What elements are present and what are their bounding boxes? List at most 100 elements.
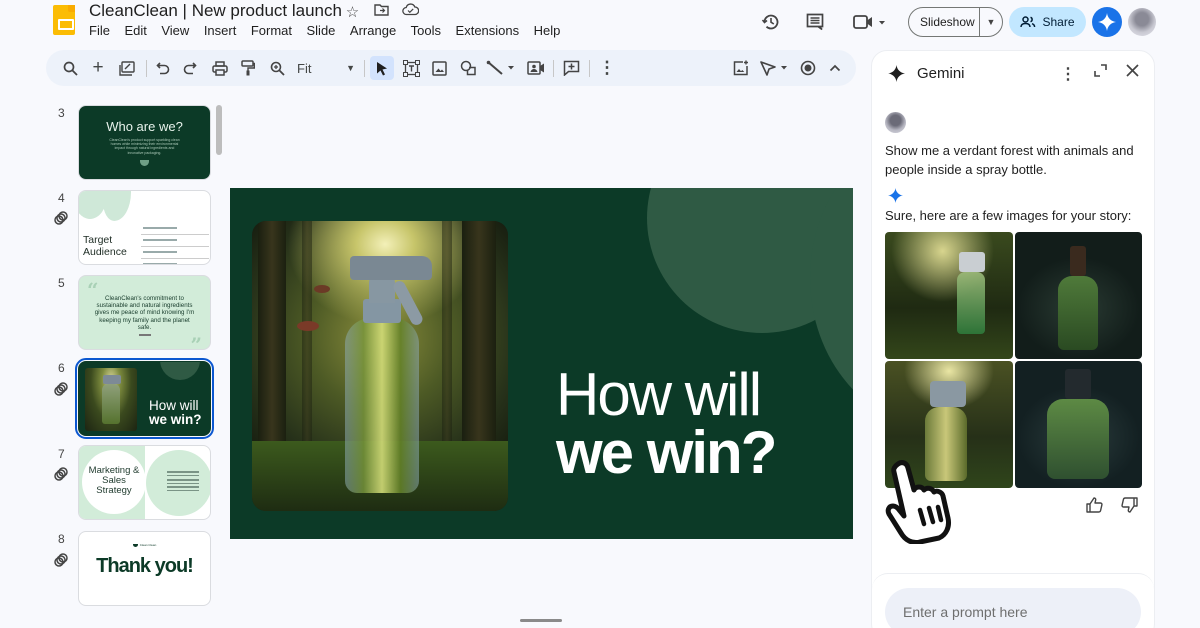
toolbar-divider <box>364 60 365 77</box>
prompt-input[interactable] <box>885 588 1141 628</box>
text-box-icon[interactable] <box>399 56 423 80</box>
record-icon[interactable] <box>796 56 820 80</box>
document-title[interactable]: CleanClean | New product launch <box>89 1 342 21</box>
version-history-icon[interactable] <box>759 10 783 34</box>
laser-pointer-icon[interactable] <box>758 56 792 80</box>
slideshow-dropdown-icon[interactable]: ▼ <box>980 17 1002 27</box>
account-avatar[interactable] <box>1128 8 1156 36</box>
thumb-title: How will we win? <box>149 398 202 427</box>
thumb-title: Thank you! <box>96 555 194 577</box>
linked-slide-icon[interactable] <box>53 466 69 482</box>
line-tool-icon[interactable] <box>484 56 518 80</box>
slide-number: 6 <box>58 361 65 375</box>
thumb-list <box>141 223 209 264</box>
chevron-down-icon: ▼ <box>346 63 355 73</box>
paint-format-icon[interactable] <box>236 56 260 80</box>
slide-title-line-2[interactable]: we win? <box>556 423 777 483</box>
close-icon[interactable] <box>1124 64 1140 84</box>
undo-icon[interactable] <box>151 56 175 80</box>
gemini-button[interactable] <box>1092 7 1122 37</box>
thumbs-down-icon[interactable] <box>1121 497 1138 518</box>
menu-insert[interactable]: Insert <box>204 23 237 38</box>
menu-edit[interactable]: Edit <box>124 23 146 38</box>
comments-icon[interactable] <box>803 10 827 34</box>
prompt-area <box>872 573 1154 628</box>
more-options-icon[interactable]: ⋮ <box>1060 64 1076 84</box>
select-tool-icon[interactable] <box>370 56 394 80</box>
star-icon[interactable]: ☆ <box>344 3 361 21</box>
generated-image-2[interactable] <box>1014 232 1142 359</box>
share-label: Share <box>1042 15 1075 29</box>
redo-icon[interactable] <box>178 56 202 80</box>
slides-logo[interactable] <box>53 5 75 35</box>
menu-bar: File Edit View Insert Format Slide Arran… <box>89 23 575 38</box>
image-icon[interactable] <box>427 56 451 80</box>
hand-pointer-cursor-icon <box>885 460 951 544</box>
generated-images-grid <box>885 232 1142 488</box>
slide-image[interactable] <box>252 221 508 511</box>
generate-image-icon[interactable] <box>729 56 753 80</box>
menu-extensions[interactable]: Extensions <box>456 23 520 38</box>
menu-tools[interactable]: Tools <box>411 23 441 38</box>
people-icon <box>1020 16 1036 28</box>
menu-file[interactable]: File <box>89 23 110 38</box>
video-icon[interactable] <box>524 56 548 80</box>
cloud-saved-icon[interactable] <box>402 3 420 21</box>
print-icon[interactable] <box>208 56 232 80</box>
thumb-quote: CleanClean's commitment to sustainable a… <box>94 295 195 331</box>
add-comment-icon[interactable] <box>559 56 583 80</box>
decorative-shape <box>160 362 200 380</box>
share-button[interactable]: Share <box>1009 7 1086 37</box>
collapse-toolbar-icon[interactable] <box>823 56 847 80</box>
slide-thumbnail-7[interactable]: Marketing & Sales Strategy <box>78 445 211 520</box>
slide-title: How will we win? <box>556 365 777 483</box>
expand-icon[interactable] <box>1092 64 1108 84</box>
thumb-body <box>167 471 199 493</box>
slide-thumbnail-8[interactable]: Clean Clean Thank you! <box>78 531 211 606</box>
gemini-response: Sure, here are a few images for your sto… <box>885 208 1132 223</box>
slide-thumbnail-6[interactable]: How will we win? <box>75 358 214 439</box>
slide-filmstrip: 3 Who are we? CleanClean's product suppo… <box>0 95 225 628</box>
shape-icon[interactable] <box>456 56 480 80</box>
slideshow-label[interactable]: Slideshow <box>909 15 979 29</box>
move-to-folder-icon[interactable] <box>373 3 390 21</box>
speaker-notes-handle[interactable] <box>520 619 562 622</box>
thumbs-up-icon[interactable] <box>1086 497 1103 518</box>
menu-slide[interactable]: Slide <box>307 23 336 38</box>
more-options-icon[interactable]: ⋮ <box>595 56 619 80</box>
slideshow-button[interactable]: Slideshow ▼ <box>908 7 1003 37</box>
filmstrip-scrollbar[interactable] <box>216 105 222 155</box>
zoom-select[interactable]: Fit ▼ <box>297 56 355 80</box>
slide-number: 7 <box>58 447 65 461</box>
slide-title-line-1[interactable]: How will <box>556 365 775 425</box>
linked-slide-icon[interactable] <box>53 381 69 397</box>
toolbar-divider <box>589 60 590 77</box>
new-slide-icon[interactable]: + <box>86 56 110 80</box>
zoom-icon[interactable] <box>265 56 289 80</box>
slide-thumbnail-5[interactable]: “ CleanClean's commitment to sustainable… <box>78 275 211 350</box>
slide-thumbnail-4[interactable]: Target Audience <box>78 190 211 265</box>
meet-icon[interactable] <box>852 10 888 34</box>
edit-layout-icon[interactable] <box>115 56 139 80</box>
slide-canvas[interactable]: How will we win? <box>230 188 853 539</box>
menu-view[interactable]: View <box>161 23 189 38</box>
linked-slide-icon[interactable] <box>53 552 69 568</box>
user-prompt: Show me a verdant forest with animals an… <box>885 143 1134 177</box>
search-menus-icon[interactable] <box>58 56 82 80</box>
brand-logo: Clean Clean <box>79 543 210 547</box>
gemini-response-icon <box>888 188 903 203</box>
menu-format[interactable]: Format <box>251 23 292 38</box>
linked-slide-icon[interactable] <box>53 210 69 226</box>
slide-thumbnail-3[interactable]: Who are we? CleanClean's product support… <box>78 105 211 180</box>
toolbar-divider <box>553 60 554 77</box>
slide-number: 4 <box>58 191 65 205</box>
menu-help[interactable]: Help <box>534 23 561 38</box>
zoom-value: Fit <box>297 60 312 76</box>
generated-image-1[interactable] <box>885 232 1013 359</box>
slide-number: 3 <box>58 106 65 120</box>
menu-arrange[interactable]: Arrange <box>350 23 396 38</box>
leaf-logo-icon <box>140 159 149 166</box>
slide-number: 5 <box>58 276 65 290</box>
generated-image-4[interactable] <box>1014 361 1142 488</box>
gemini-title: Gemini <box>917 65 965 82</box>
